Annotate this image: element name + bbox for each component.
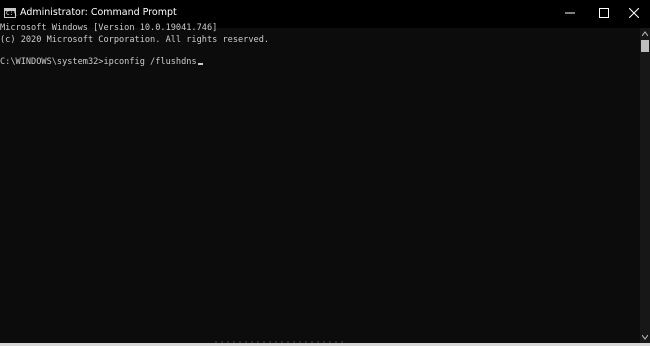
minimize-icon — [565, 12, 575, 14]
prompt-path: C:\WINDOWS\system32> — [0, 57, 104, 67]
cmd-icon-glyph: C:\ — [6, 10, 17, 17]
scroll-down-button[interactable] — [640, 331, 650, 343]
console-output[interactable]: Microsoft Windows [Version 10.0.19041.74… — [0, 22, 640, 340]
scroll-up-button[interactable] — [640, 28, 650, 40]
scrollbar-thumb[interactable] — [641, 40, 649, 52]
window-title: Administrator: Command Prompt — [20, 7, 177, 18]
command-line[interactable]: C:\WINDOWS\system32>ipconfig /flushdns — [0, 56, 203, 68]
close-icon — [629, 8, 639, 18]
command-prompt-window: C:\ Administrator: Command Prompt Micros… — [0, 0, 650, 343]
command-text: ipconfig /flushdns — [103, 57, 197, 67]
maximize-icon — [599, 8, 609, 18]
vertical-scrollbar[interactable] — [640, 28, 650, 343]
console-line: Microsoft Windows [Version 10.0.19041.74… — [0, 23, 218, 33]
console-line: (c) 2020 Microsoft Corporation. All righ… — [0, 35, 270, 45]
chevron-down-icon — [642, 334, 648, 340]
text-cursor — [197, 63, 203, 65]
cmd-icon[interactable]: C:\ — [4, 8, 17, 18]
chevron-up-icon — [642, 31, 648, 37]
